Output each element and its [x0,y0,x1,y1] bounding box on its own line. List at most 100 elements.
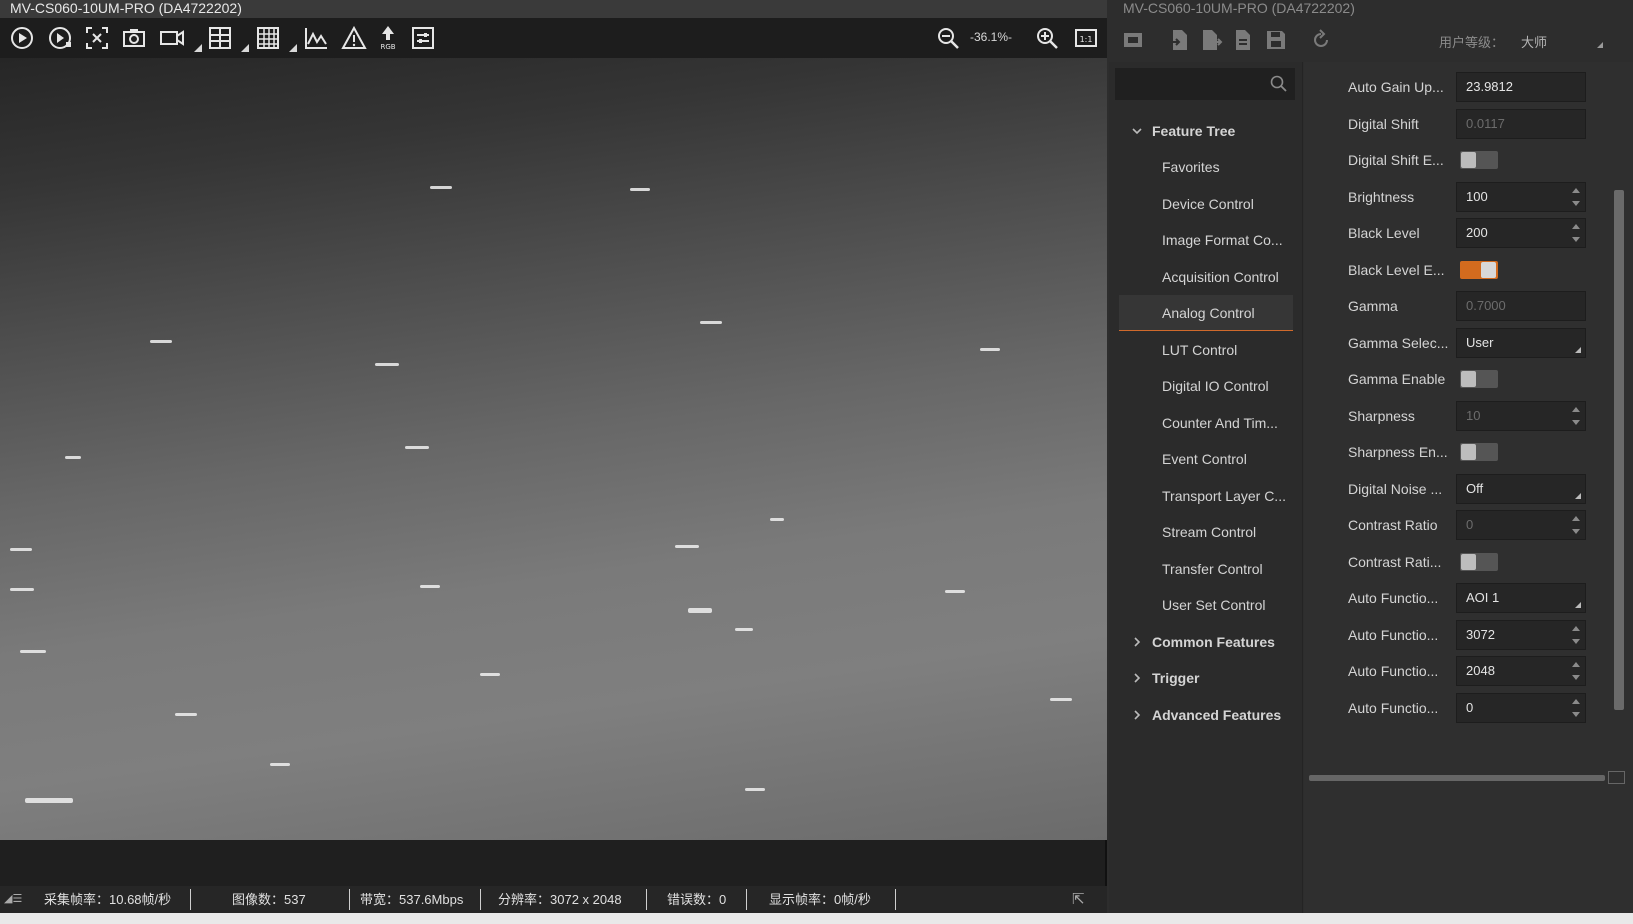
spin-down-icon[interactable] [1572,237,1580,242]
user-level-dropdown-icon[interactable] [1597,42,1603,48]
property-spinbox[interactable]: 0 [1456,692,1586,723]
property-label: Auto Functio... [1348,626,1439,643]
zoom-out-icon[interactable] [934,24,962,52]
panel-toolbar: 用户等级： 大师 [1109,22,1633,56]
property-select[interactable]: AOI 1 [1456,583,1586,613]
tree-item-counter-and-timer[interactable]: Counter And Tim... [1109,405,1303,441]
grid-large-icon[interactable] [254,24,282,52]
property-toggle[interactable] [1460,151,1498,169]
tree-item-transport-layer-control[interactable]: Transport Layer C... [1109,478,1303,514]
tree-item-event-control[interactable]: Event Control [1109,441,1303,477]
tree-group-feature-tree[interactable]: Feature Tree [1109,113,1303,149]
property-label: Sharpness En... [1348,444,1448,460]
tree-item-analog-control[interactable]: Analog Control [1119,295,1293,331]
spin-down-icon[interactable] [1572,638,1580,644]
import-icon[interactable] [1167,28,1191,52]
export-icon[interactable] [1199,28,1223,52]
grid-large-dropdown-icon[interactable] [289,44,297,52]
property-input: 0.7000 [1456,291,1586,321]
property-toggle[interactable] [1460,552,1498,571]
tree-item-stream-control[interactable]: Stream Control [1109,514,1303,550]
status-menu-icon[interactable]: ◢☰ [4,886,22,913]
property-row-auto-functio: Auto Functio... 3072 [1304,617,1594,653]
user-level-select[interactable]: 大师 [1521,32,1547,51]
actual-size-icon[interactable]: 1:1 [1072,24,1100,52]
status-bar: ◢☰ 采集帧率：10.68帧/秒 图像数：537 带宽：537.6Mbps 分辨… [0,886,1107,913]
property-toggle[interactable] [1460,370,1498,388]
properties-vertical-scrollbar[interactable] [1614,190,1624,710]
spin-down-icon [1572,419,1580,425]
tree-group-trigger[interactable]: Trigger [1109,660,1303,696]
property-input[interactable]: 23.9812 [1456,72,1586,102]
play-icon[interactable] [8,24,36,52]
property-toggle[interactable] [1460,260,1498,279]
camera-icon[interactable] [120,24,148,52]
zoom-in-icon[interactable] [1033,24,1061,52]
record-icon[interactable] [158,24,186,52]
property-spinbox[interactable]: 200 [1456,218,1586,248]
tree-group-common-features[interactable]: Common Features [1109,624,1303,660]
property-spinbox[interactable]: 100 [1456,181,1586,212]
tree-group-advanced-features[interactable]: Advanced Features [1109,697,1303,733]
spin-down-icon[interactable] [1572,200,1580,206]
tree-item-transfer-control[interactable]: Transfer Control [1109,551,1303,587]
record-dropdown-icon[interactable] [194,44,202,52]
refresh-icon[interactable] [1309,28,1333,52]
tree-item-digital-io-control[interactable]: Digital IO Control [1109,368,1303,404]
property-label: Digital Shift [1348,115,1419,132]
spin-up-icon[interactable] [1572,187,1580,193]
property-label: Digital Noise ... [1348,480,1443,497]
histogram-icon[interactable] [302,24,330,52]
chevron-down-icon[interactable] [1575,602,1581,608]
spin-up-icon[interactable] [1572,224,1580,229]
grid-small-icon[interactable] [206,24,234,52]
chevron-down-icon[interactable] [1575,346,1581,353]
rgb-icon[interactable]: RGB [374,24,402,52]
property-spinbox[interactable]: 3072 [1456,619,1586,650]
play-single-icon[interactable] [46,24,74,52]
search-icon[interactable] [1269,74,1289,94]
save-icon[interactable] [1264,28,1288,52]
property-row-auto-functio: Auto Functio... 0 [1304,690,1594,726]
image-speck [10,588,34,591]
feature-search-input[interactable] [1115,68,1295,100]
viewer-toolbar: RGB -36.1%- 1:1 [0,18,1107,58]
tree-item-lut-control[interactable]: LUT Control [1109,332,1303,368]
warning-icon[interactable] [340,24,368,52]
property-select[interactable]: User [1456,327,1586,358]
tree-item-user-set-control[interactable]: User Set Control [1109,587,1303,623]
restore-arrow-icon[interactable]: ⇱ [1072,886,1085,913]
spin-up-icon[interactable] [1572,698,1580,704]
tree-item-image-format-control[interactable]: Image Format Co... [1109,222,1303,258]
tree-item-label: Analog Control [1162,305,1255,321]
property-select[interactable]: Off [1456,473,1586,504]
image-speck [980,348,1000,351]
spin-down-icon[interactable] [1572,675,1580,680]
spin-down-icon[interactable] [1572,711,1580,717]
crosshair-icon[interactable] [83,24,111,52]
camera-image[interactable] [0,58,1107,840]
property-toggle[interactable] [1460,443,1498,461]
properties-grid: Auto Gain Up... 23.9812 Digital Shift 0.011… [1304,62,1633,913]
image-speck [688,608,712,613]
property-spinbox[interactable]: 2048 [1456,656,1586,686]
chevron-down-icon[interactable] [1575,492,1581,499]
property-row-contrast-ratio: Contrast Ratio 0 [1304,507,1594,543]
document-icon[interactable] [1231,28,1255,52]
tree-item-acquisition-control[interactable]: Acquisition Control [1109,259,1303,295]
properties-horizontal-scrollbar[interactable] [1309,775,1605,781]
spin-up-icon[interactable] [1572,625,1580,631]
tree-item-favorites[interactable]: Favorites [1109,149,1303,185]
status-frame-rate: 采集帧率：10.68帧/秒 [44,892,172,907]
settings-panel-icon[interactable] [409,24,437,52]
property-value: 2048 [1466,663,1495,678]
property-label: Auto Functio... [1348,663,1439,679]
property-row-gamma: Gamma 0.7000 [1304,288,1594,324]
property-spinbox: 0 [1456,510,1586,540]
tree-item-device-control[interactable]: Device Control [1109,186,1303,222]
grid-small-dropdown-icon[interactable] [241,44,249,52]
spin-up-icon[interactable] [1572,662,1580,667]
device-icon[interactable] [1121,28,1145,52]
panel-title: MV-CS060-10UM-PRO (DA4722202) [1123,0,1355,16]
image-speck [405,446,429,449]
